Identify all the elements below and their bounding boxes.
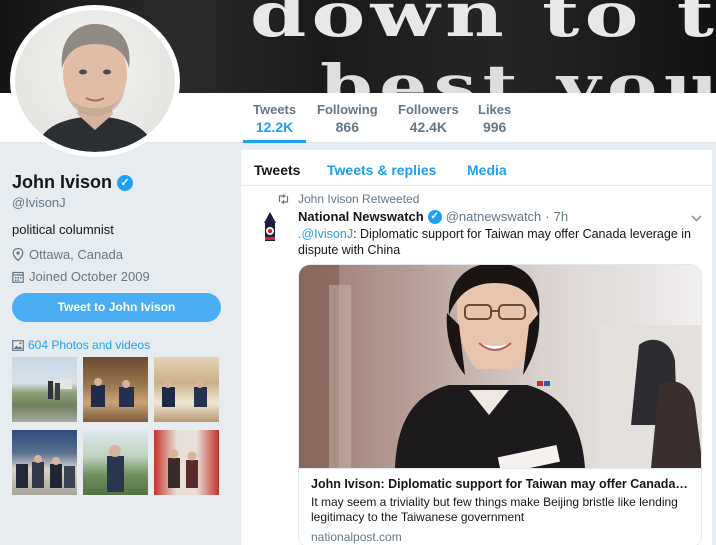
nav-likes-label: Likes (478, 102, 512, 117)
nav-followers-count: 42.4K (409, 119, 448, 135)
media-thumbnail[interactable] (154, 357, 219, 422)
retweet-icon (278, 194, 289, 204)
avatar[interactable] (10, 5, 180, 157)
nav-following-label: Following (317, 102, 378, 117)
calendar-icon (12, 271, 24, 283)
media-thumbnail[interactable] (12, 357, 77, 422)
link-preview-title: John Ivison: Diplomatic support for Taiw… (311, 477, 691, 491)
tweet-header: National Newswatch ✓ @natnewswatch · 7h (298, 209, 568, 224)
nav-tweets-count: 12.2K (255, 119, 294, 135)
verified-icon: ✓ (427, 209, 442, 224)
photos-videos-label: 604 Photos and videos (28, 338, 151, 352)
nav-likes-count: 996 (482, 119, 507, 135)
retweet-context-text[interactable]: John Ivison Retweeted (298, 192, 419, 206)
tab-media[interactable]: Media (467, 162, 507, 178)
location-pin-icon (12, 248, 24, 261)
tweet-separator: · (545, 209, 550, 224)
photos-videos-link[interactable]: 604 Photos and videos (12, 338, 150, 352)
national-newswatch-logo-icon[interactable] (259, 211, 281, 245)
profile-bio: political columnist (12, 222, 114, 237)
tweet-text-body: : Diplomatic support for Taiwan may offe… (298, 227, 691, 257)
profile-joined-row: Joined October 2009 (12, 269, 232, 284)
timeline-tabs: Tweets Tweets & replies Media (241, 150, 712, 186)
link-preview-body: John Ivison: Diplomatic support for Taiw… (299, 468, 701, 545)
profile-card: John Ivison ✓ @IvisonJ political columni… (12, 172, 232, 284)
media-thumbnail-grid (12, 357, 224, 495)
nav-tweets-label: Tweets (253, 102, 297, 117)
tab-tweets[interactable]: Tweets (254, 162, 300, 178)
chevron-down-icon[interactable] (691, 211, 702, 225)
nav-following-count: 866 (335, 119, 359, 135)
profile-name-row: John Ivison ✓ (12, 172, 232, 193)
profile-joined: Joined October 2009 (29, 269, 150, 284)
photo-icon (12, 339, 24, 351)
tweet-time[interactable]: 7h (554, 209, 568, 224)
tweet-text: .@IvisonJ: Diplomatic support for Taiwan… (298, 226, 698, 258)
profile-handle[interactable]: @IvisonJ (12, 195, 232, 210)
retweet-context: John Ivison Retweeted (277, 192, 419, 206)
media-thumbnail[interactable] (83, 357, 148, 422)
tab-tweets-replies[interactable]: Tweets & replies (327, 162, 436, 178)
media-thumbnail[interactable] (154, 430, 219, 495)
timeline-panel: Tweets Tweets & replies Media John Iviso… (241, 150, 712, 545)
nav-followers-label: Followers (398, 102, 459, 117)
tweet-author[interactable]: National Newswatch (298, 209, 424, 224)
media-thumbnail[interactable] (12, 430, 77, 495)
avatar-portrait (35, 24, 155, 152)
banner-text-line1: down to their li (250, 0, 716, 51)
tweet-author-handle[interactable]: @natnewswatch (446, 209, 542, 224)
link-preview-domain: nationalpost.com (311, 530, 402, 544)
nav-likes[interactable]: Likes 996 (478, 102, 511, 135)
profile-name[interactable]: John Ivison (12, 172, 112, 193)
media-thumbnail[interactable] (83, 430, 148, 495)
link-preview-card[interactable]: John Ivison: Diplomatic support for Taiw… (298, 264, 702, 545)
profile-location-row: Ottawa, Canada (12, 247, 232, 262)
verified-icon: ✓ (117, 174, 134, 191)
tweet-to-user-button[interactable]: Tweet to John Ivison (12, 293, 221, 322)
banner-text-line2: best you with (320, 52, 716, 93)
tweet-mention-link[interactable]: @IvisonJ (301, 227, 353, 241)
nav-tweets[interactable]: Tweets 12.2K (243, 102, 307, 143)
link-preview-image (299, 265, 701, 468)
nav-followers[interactable]: Followers 42.4K (398, 102, 459, 135)
link-preview-description: It may seem a triviality but few things … (311, 495, 678, 524)
nav-following[interactable]: Following 866 (317, 102, 378, 135)
profile-location: Ottawa, Canada (29, 247, 123, 262)
